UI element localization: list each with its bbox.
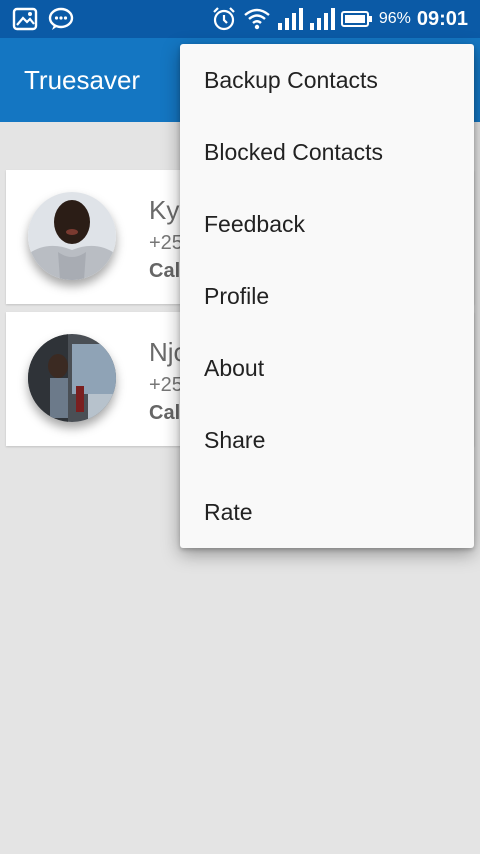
menu-item-rate[interactable]: Rate [180, 476, 474, 548]
contact-phone: +25 [149, 232, 183, 254]
call-status: Cal [149, 402, 181, 424]
menu-item-profile[interactable]: Profile [180, 260, 474, 332]
status-bar: 96% 09:01 [0, 0, 480, 38]
avatar[interactable] [28, 334, 116, 422]
signal-icon [277, 7, 303, 31]
battery-percent: 96% [378, 10, 411, 27]
contact-phone: +25 [149, 374, 183, 396]
clock-time: 09:01 [416, 7, 468, 30]
app-title: Truesaver [24, 65, 141, 95]
menu-item-backup-contacts[interactable]: Backup Contacts [180, 44, 474, 116]
contact-name: Ky [149, 195, 180, 225]
menu-item-about[interactable]: About [180, 332, 474, 404]
wifi-icon [243, 7, 271, 31]
signal-icon [309, 7, 335, 31]
overflow-menu: Backup Contacts Blocked Contacts Feedbac… [180, 44, 474, 548]
avatar[interactable] [28, 192, 116, 280]
gallery-icon [12, 7, 38, 36]
chat-bubble-icon [48, 7, 74, 36]
menu-item-share[interactable]: Share [180, 404, 474, 476]
menu-item-feedback[interactable]: Feedback [180, 188, 474, 260]
menu-item-blocked-contacts[interactable]: Blocked Contacts [180, 116, 474, 188]
battery-icon [340, 9, 373, 29]
call-status: Cal [149, 260, 181, 282]
alarm-icon [211, 6, 237, 32]
